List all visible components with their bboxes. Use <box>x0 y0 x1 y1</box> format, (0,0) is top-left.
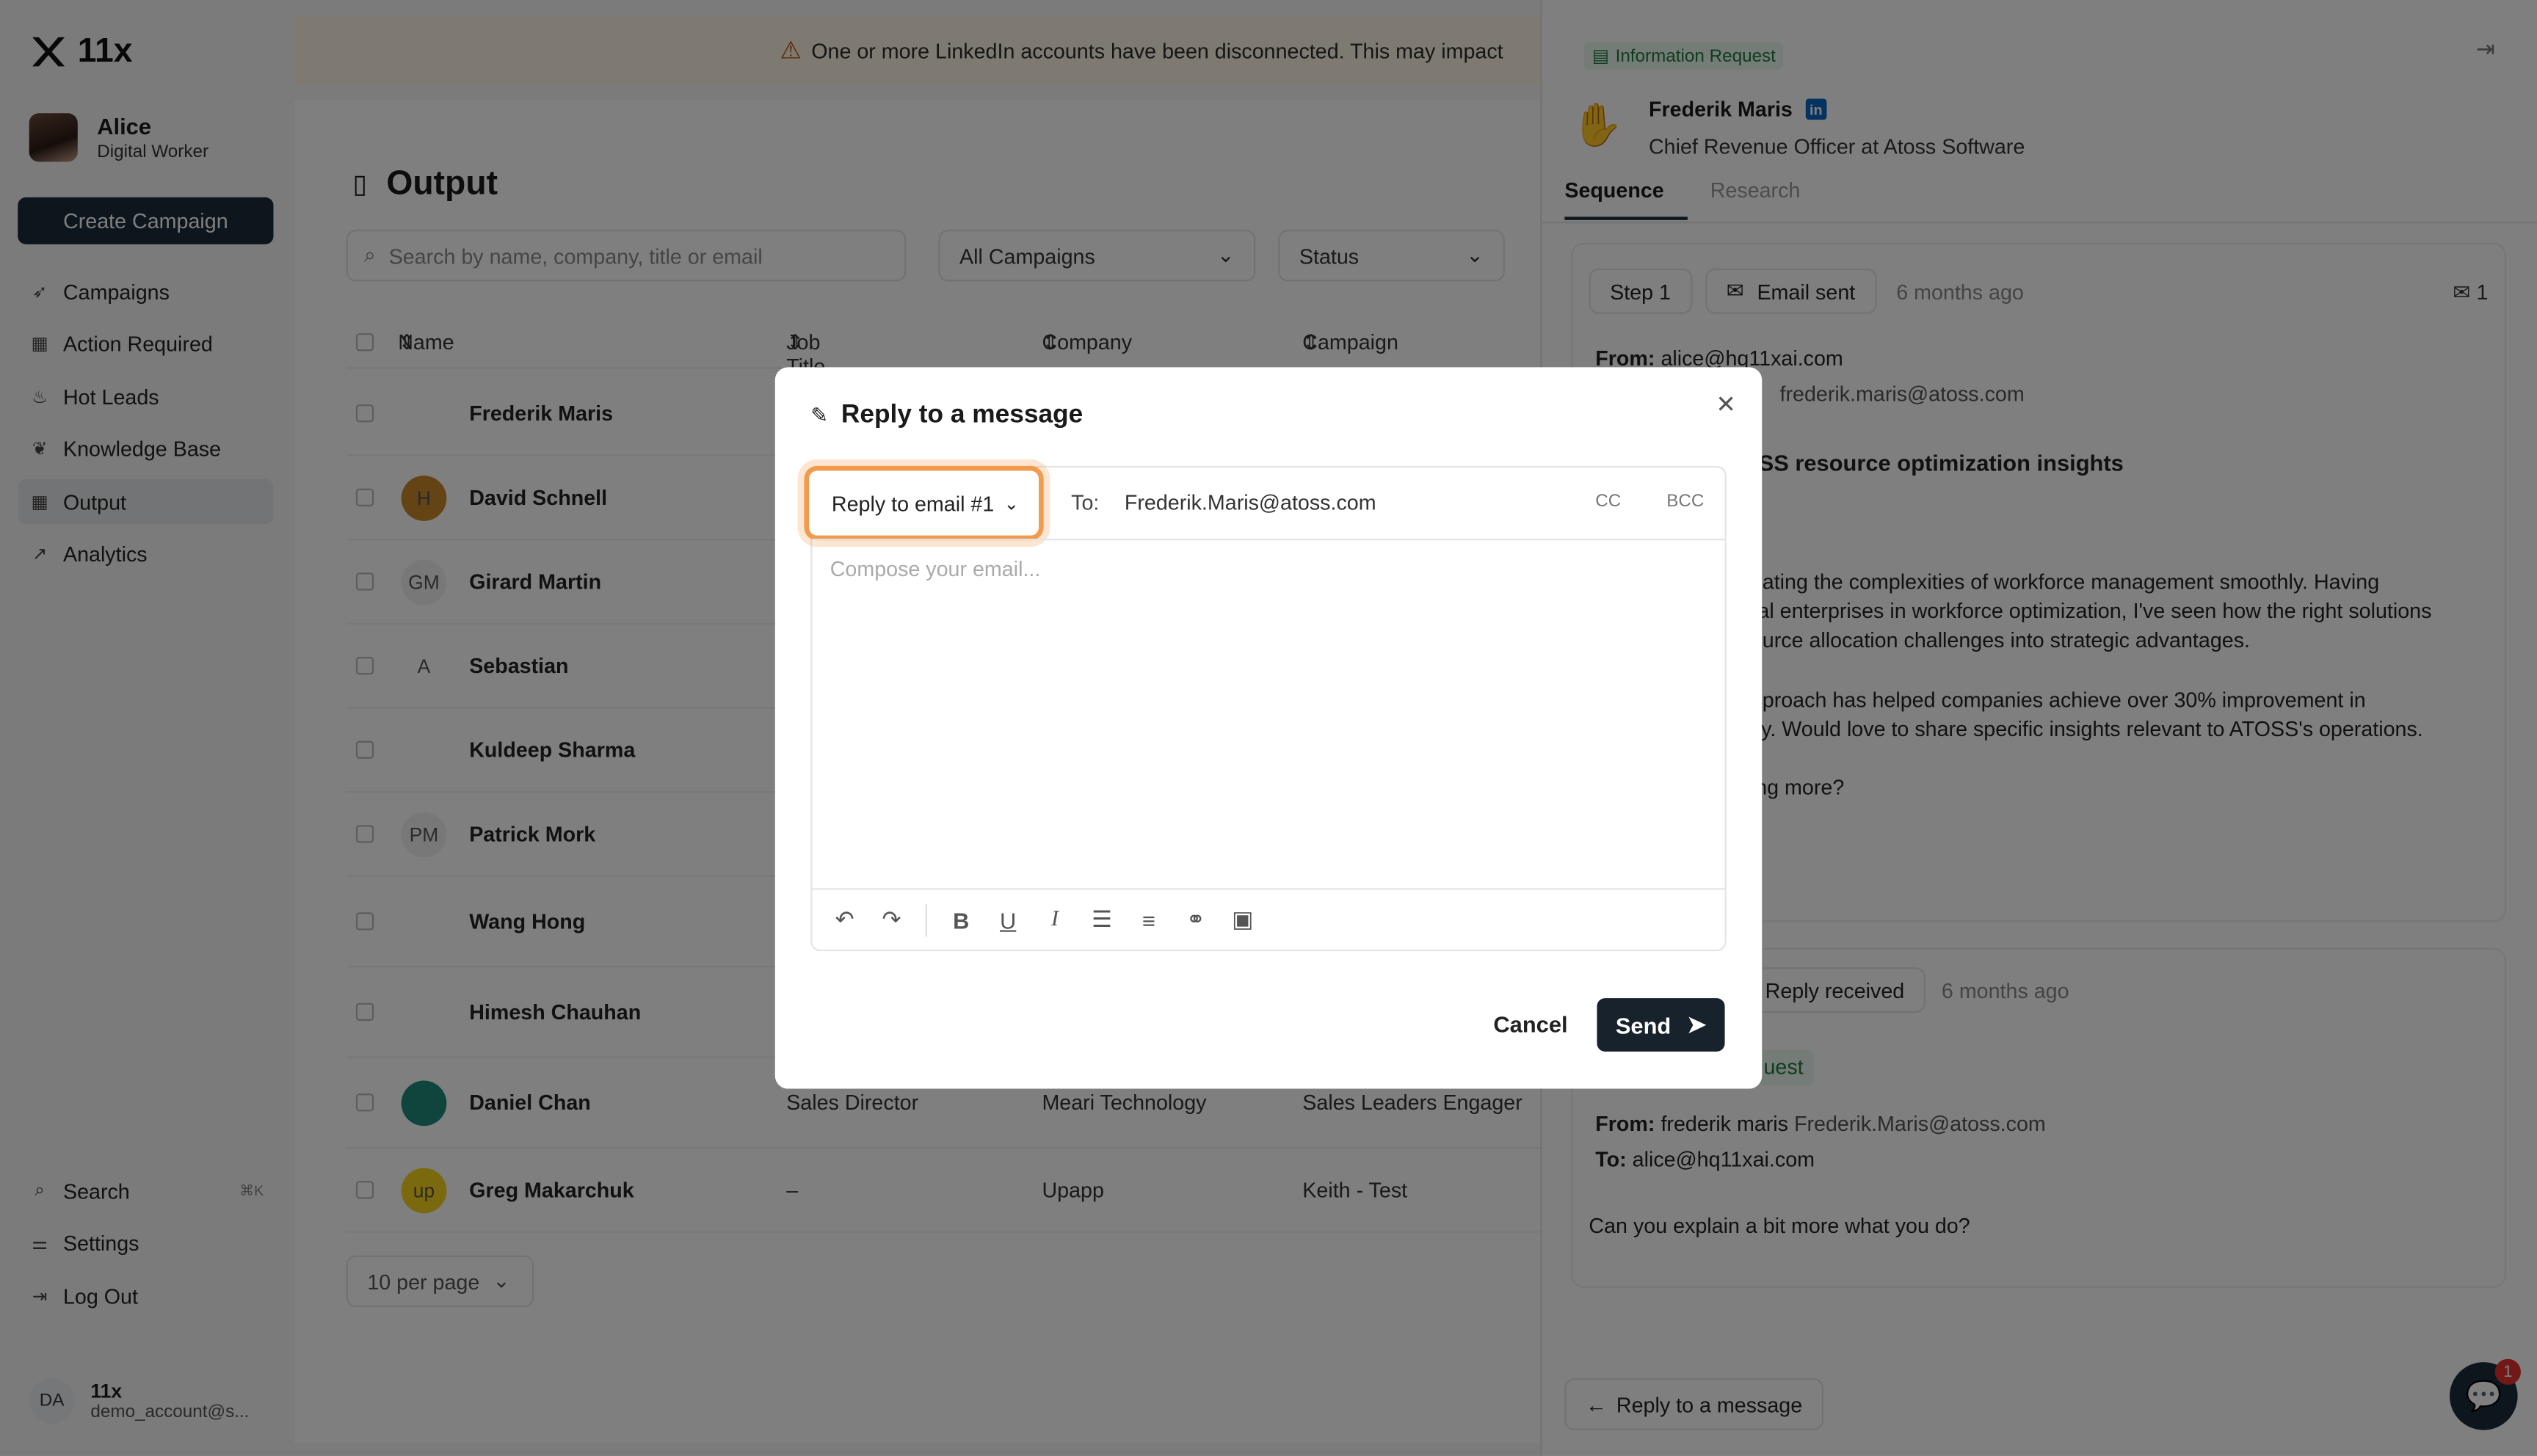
send-icon: ➤ <box>1687 1011 1707 1038</box>
underline-icon[interactable]: U <box>995 907 1021 933</box>
reply-select-value: Reply to email #1 <box>831 491 995 516</box>
compose-box: Reply to email #1 ⌄ To: Frederik.Maris@a… <box>804 465 1727 952</box>
modal-title: ✎ Reply to a message <box>810 401 1083 431</box>
numbered-list-icon[interactable]: ≡ <box>1136 907 1161 933</box>
image-icon[interactable]: ▣ <box>1230 906 1255 933</box>
cc-button[interactable]: CC <box>1595 492 1621 511</box>
editor-toolbar: ↶ ↷ B U I ☰ ≡ ⚭ ▣ <box>812 888 1725 950</box>
chevron-down-icon: ⌄ <box>1003 494 1019 514</box>
to-label: To: <box>1071 489 1100 514</box>
bold-icon[interactable]: B <box>948 907 974 933</box>
send-label: Send <box>1615 1011 1672 1038</box>
modal-title-text: Reply to a message <box>841 401 1084 429</box>
close-icon[interactable]: ✕ <box>1716 390 1736 418</box>
cancel-button[interactable]: Cancel <box>1493 1011 1567 1037</box>
reply-modal: ✎ Reply to a message ✕ Reply to email #1… <box>774 367 1763 1089</box>
divider <box>812 539 1725 541</box>
send-button[interactable]: Send ➤ <box>1597 998 1725 1052</box>
bcc-button[interactable]: BCC <box>1666 492 1704 511</box>
italic-icon[interactable]: I <box>1042 907 1067 933</box>
undo-icon[interactable]: ↶ <box>832 906 857 933</box>
pencil-icon: ✎ <box>810 402 829 427</box>
to-field[interactable]: Frederik.Maris@atoss.com <box>1125 490 1376 514</box>
link-icon[interactable]: ⚭ <box>1183 906 1208 933</box>
email-body-input[interactable]: Compose your email... <box>830 556 1041 580</box>
redo-icon[interactable]: ↷ <box>879 906 904 933</box>
reply-to-email-select[interactable]: Reply to email #1 ⌄ <box>804 465 1044 541</box>
divider <box>925 903 927 936</box>
bullet-list-icon[interactable]: ☰ <box>1089 906 1114 933</box>
